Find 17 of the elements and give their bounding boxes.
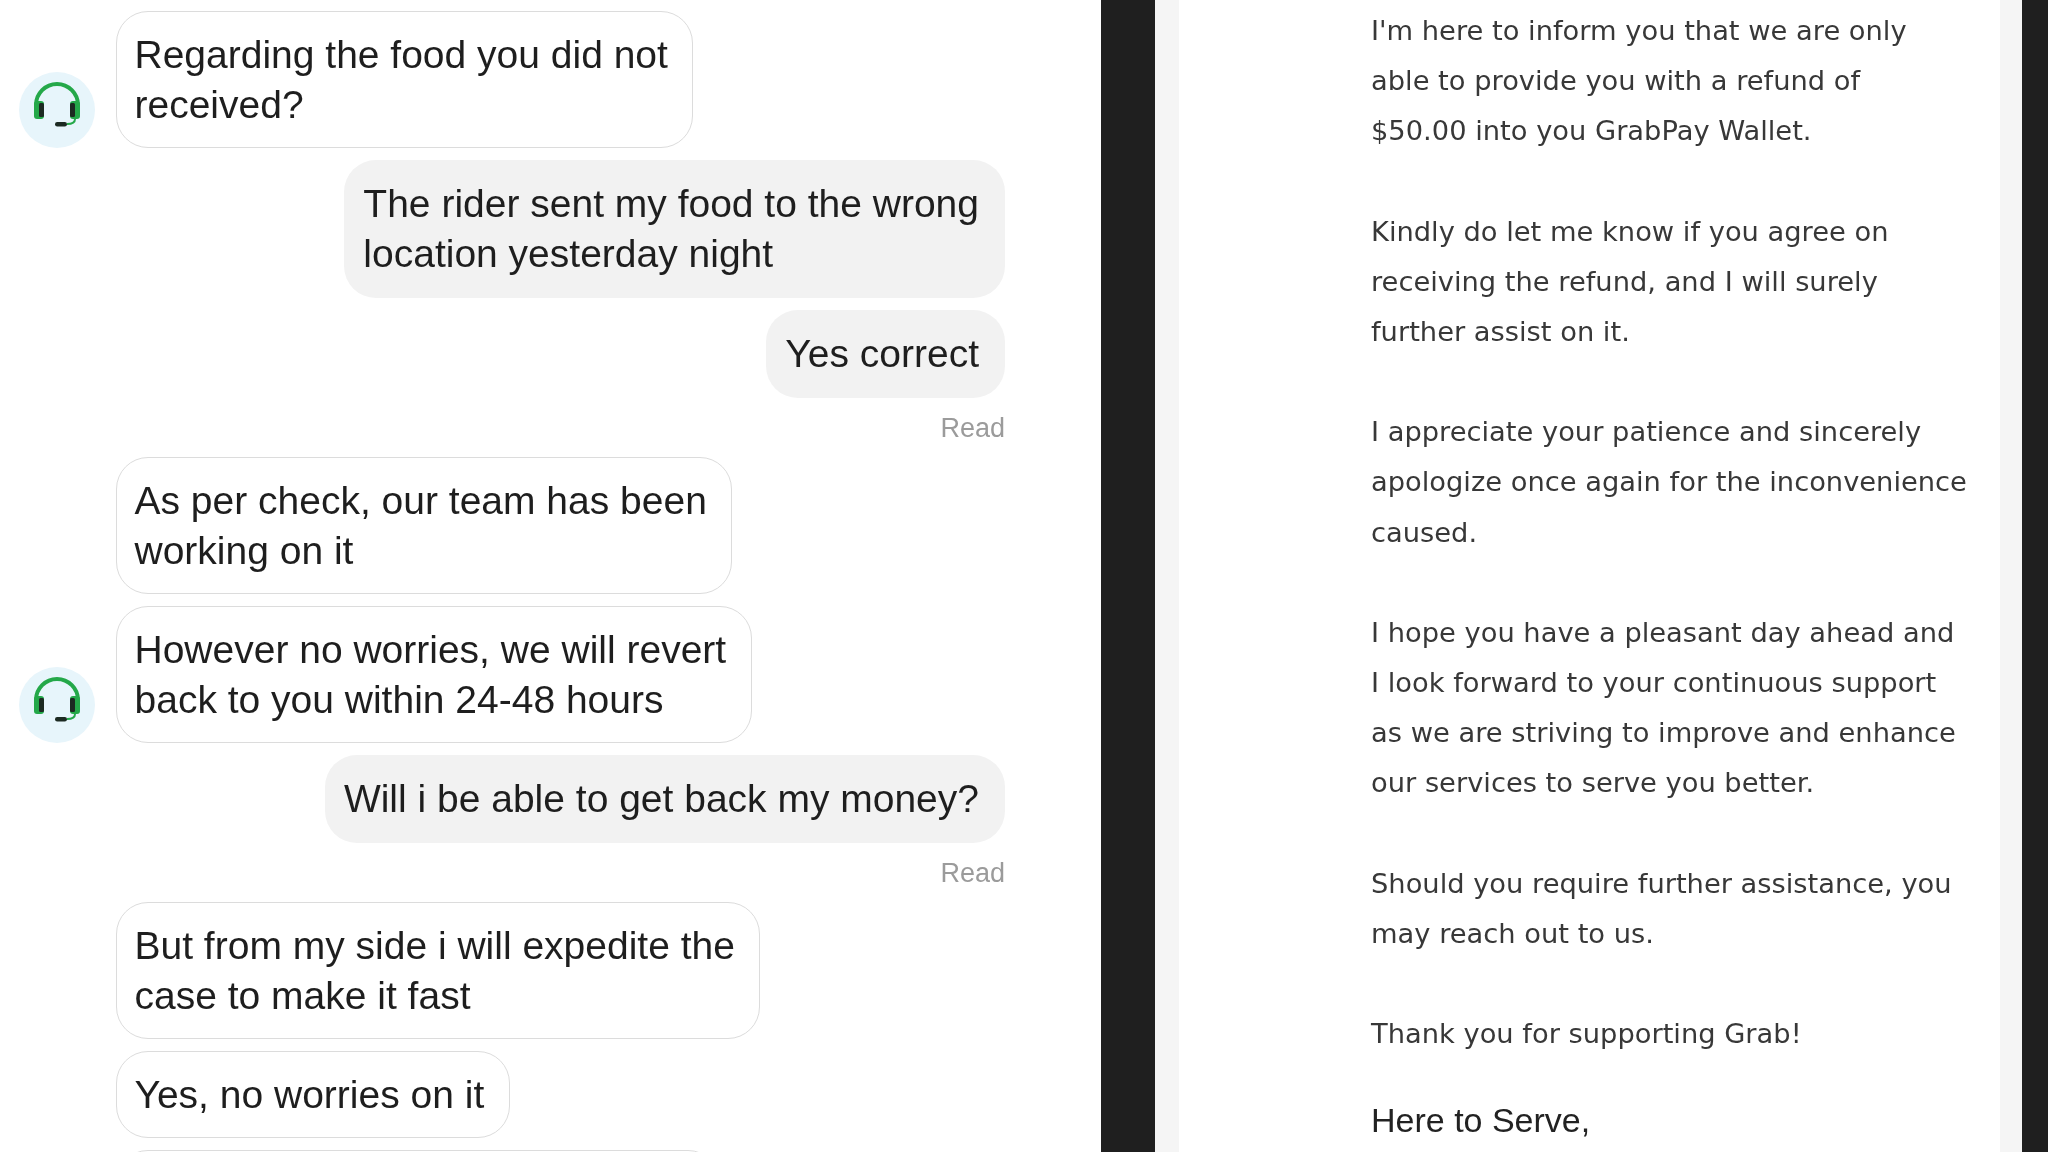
email-paragraph: Kindly do let me know if you agree on receiving the refund, and I will surely further assist on it.: [1371, 214, 1889, 349]
message-bubble: However no worries, we will revert back to you within 24-48 hours: [116, 606, 752, 743]
message-bubble: But from my side i will expedite the case to make it fast: [116, 902, 761, 1039]
message-bubble: As per check, our team has been working on it: [116, 457, 733, 594]
read-receipt: Read: [940, 857, 1005, 889]
message-bubble: Yes correct: [766, 310, 1005, 398]
read-receipt: Read: [940, 412, 1005, 444]
message-bubble: Regarding the food you did not received?: [116, 11, 694, 148]
email-paragraph: I appreciate your patience and sincerely apologize once again for the inconvenience caused.: [1371, 415, 1967, 550]
email-paragraph: Should you require further assistance, you may reach out to us.: [1371, 866, 1952, 951]
message-bubble: The rider sent my food to the wrong location yesterday night: [344, 160, 1005, 298]
email-signoff: Here to Serve,: [1371, 1100, 1591, 1141]
email-paragraph: I hope you have a pleasant day ahead and I look forward to your continuous support as we are striving to improve and enhance our services to serve you better.: [1371, 615, 1956, 801]
email-paragraph: I'm here to inform you that we are only able to provide you with a refund of $50.00 into you GrabPay Wallet.: [1371, 14, 1907, 149]
message-bubble: Will i be able to get back my money?: [324, 755, 1005, 843]
message-bubble: Yes, no worries on it: [116, 1051, 510, 1138]
email-paragraph: Thank you for supporting Grab!: [1371, 1017, 1802, 1052]
